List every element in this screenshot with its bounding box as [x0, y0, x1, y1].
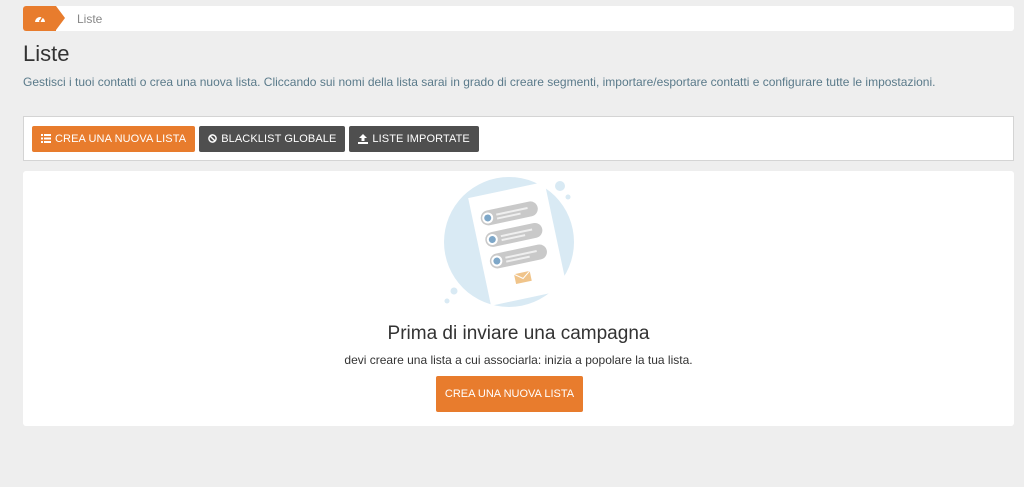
imported-lists-button[interactable]: LISTE IMPORTATE	[349, 125, 479, 152]
create-list-label: CREA UNA NUOVA LISTA	[55, 132, 187, 145]
toolbar: CREA UNA NUOVA LISTA BLACKLIST GLOBALE L…	[23, 116, 1014, 161]
empty-state-subtitle: devi creare una lista a cui associarla: …	[344, 353, 693, 367]
global-blacklist-label: BLACKLIST GLOBALE	[221, 132, 337, 145]
dashboard-icon	[34, 10, 46, 28]
global-blacklist-button[interactable]: BLACKLIST GLOBALE	[199, 125, 346, 152]
ban-icon	[208, 134, 218, 143]
empty-state-title: Prima di inviare una campagna	[387, 323, 650, 344]
page-description: Gestisci i tuoi contatti o crea una nuov…	[23, 75, 936, 89]
create-list-cta-button[interactable]: CREA UNA NUOVA LISTA	[436, 376, 583, 412]
upload-icon	[358, 133, 369, 144]
breadcrumb-home[interactable]	[23, 6, 65, 31]
list-icon	[41, 134, 51, 143]
empty-state-card: Prima di inviare una campagna devi crear…	[23, 171, 1014, 426]
breadcrumb-current: Liste	[77, 11, 103, 26]
breadcrumb: Liste	[23, 6, 1014, 31]
contact-list-illustration	[444, 177, 574, 307]
page-title: Liste	[23, 41, 70, 66]
imported-lists-label: LISTE IMPORTATE	[372, 132, 470, 145]
create-list-button[interactable]: CREA UNA NUOVA LISTA	[32, 125, 196, 152]
